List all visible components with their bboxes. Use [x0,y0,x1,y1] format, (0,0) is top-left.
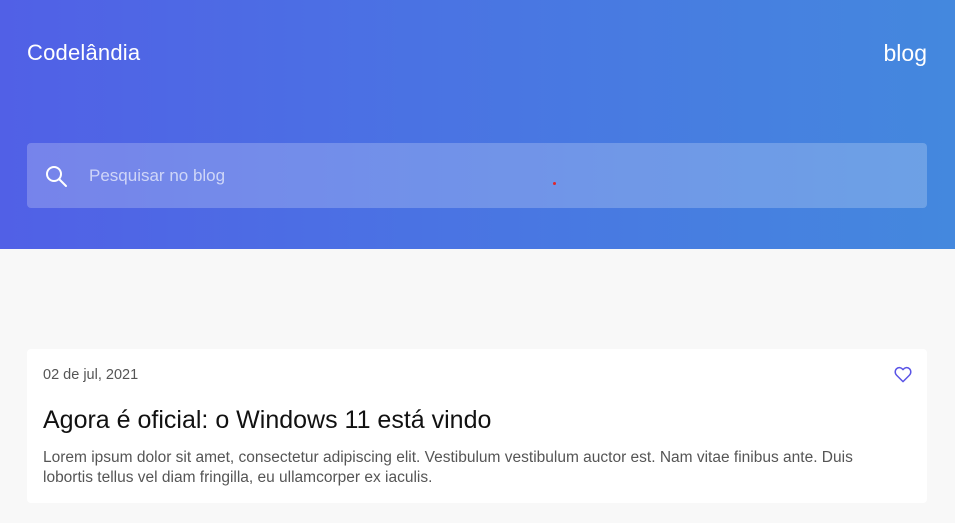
search-bar [27,143,927,208]
heart-outline-icon[interactable] [894,366,912,383]
post-date: 02 de jul, 2021 [43,367,139,383]
search-input[interactable] [89,143,909,208]
cursor-indicator [553,182,556,185]
site-logo[interactable]: Codelândia [27,40,140,66]
hero-header: Codelândia blog [0,0,955,249]
nav-link-blog[interactable]: blog [884,40,927,67]
post-card[interactable]: 02 de jul, 2021 Agora é oficial: o Windo… [27,349,927,503]
search-icon[interactable] [44,164,68,188]
post-excerpt: Lorem ipsum dolor sit amet, consectetur … [43,449,853,486]
post-title[interactable]: Agora é oficial: o Windows 11 está vindo [43,406,491,435]
